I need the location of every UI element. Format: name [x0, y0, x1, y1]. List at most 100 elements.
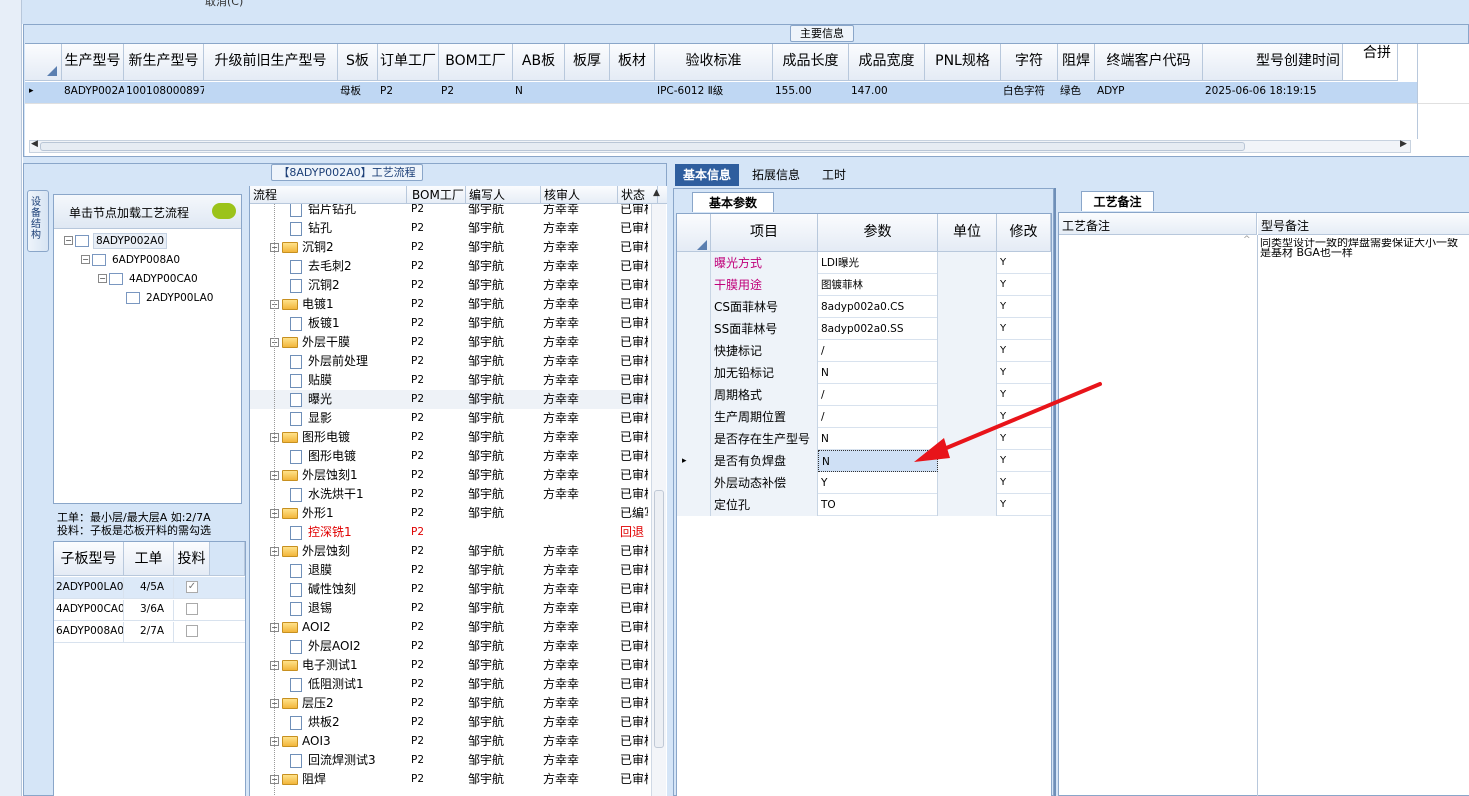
main-info-cell[interactable]: 155.00: [773, 82, 849, 101]
flow-node[interactable]: 板镀1: [290, 314, 407, 333]
flow-row[interactable]: −外层蚀刻 P2 邹宇航 方幸幸 已审核: [250, 542, 648, 561]
flow-node[interactable]: 铝片钻孔: [290, 204, 407, 219]
param-value[interactable]: TO: [818, 494, 938, 516]
flow-row[interactable]: 控深铣1 P2 回退: [250, 523, 648, 542]
row-selector[interactable]: [677, 428, 711, 450]
flow-row[interactable]: 沉铜2 P2 邹宇航 方幸幸 已审核: [250, 276, 648, 295]
scroll-up-icon[interactable]: ▲: [653, 188, 660, 198]
tab-basic-info[interactable]: 基本信息: [675, 164, 739, 186]
remarks-scroll-up-icon[interactable]: ^: [1243, 235, 1251, 245]
model-remarks-line-1[interactable]: 同类型设计一致的焊盘需要保证大小一致: [1260, 238, 1469, 248]
flow-node[interactable]: 去毛刺2: [290, 257, 407, 276]
structure-tree-node[interactable]: − 4ADYP00CA0: [98, 269, 268, 288]
flow-row[interactable]: −AOI2 P2 邹宇航 方幸幸 已审核: [250, 618, 648, 637]
flow-node[interactable]: 外层前处理: [290, 352, 407, 371]
flow-row[interactable]: 碱性蚀刻 P2 邹宇航 方幸幸 已审核: [250, 580, 648, 599]
feed-checkbox[interactable]: [186, 603, 198, 615]
flow-node[interactable]: 控深铣1: [290, 523, 407, 542]
flow-row[interactable]: 图形电镀 P2 邹宇航 方幸幸 已审核: [250, 447, 648, 466]
flow-node[interactable]: 烘板2: [290, 713, 407, 732]
flow-row[interactable]: 外层前处理 P2 邹宇航 方幸幸 已审核: [250, 352, 648, 371]
sub-board-row[interactable]: 2ADYP00LA0 4/5A ✓: [54, 577, 245, 599]
flow-node[interactable]: 碱性蚀刻: [290, 580, 407, 599]
flow-row[interactable]: −外层干膜 P2 邹宇航 方幸幸 已审核: [250, 333, 648, 352]
main-info-cell[interactable]: 147.00: [849, 82, 925, 101]
main-info-cell[interactable]: 8ADYP002A0: [62, 82, 124, 101]
flow-row[interactable]: 烘板2 P2 邹宇航 方幸幸 已审核: [250, 713, 648, 732]
feed-checkbox[interactable]: ✓: [186, 581, 198, 593]
expand-collapse-icon[interactable]: −: [98, 274, 107, 283]
hscroll-thumb[interactable]: [40, 142, 1245, 151]
flow-row[interactable]: 退锡 P2 邹宇航 方幸幸 已审核: [250, 599, 648, 618]
tab-work-hours[interactable]: 工时: [809, 164, 859, 186]
flow-node[interactable]: − AOI2: [270, 618, 407, 637]
main-info-cell[interactable]: 母板: [338, 82, 378, 101]
main-info-row[interactable]: ▸8ADYP002A010010800089751母板P2P2NIPC-6012…: [25, 82, 1417, 103]
flow-node[interactable]: − 外层蚀刻: [270, 542, 407, 561]
row-selector[interactable]: [677, 252, 711, 274]
params-row[interactable]: 快捷标记 / Y: [677, 340, 1051, 362]
flow-node[interactable]: − 电镀1: [270, 295, 407, 314]
flow-vscrollbar[interactable]: [651, 204, 666, 796]
flow-node[interactable]: 退锡: [290, 599, 407, 618]
row-selector[interactable]: [677, 362, 711, 384]
tab-basic-params[interactable]: 基本参数: [692, 192, 774, 212]
row-selector[interactable]: [677, 406, 711, 428]
param-value[interactable]: 图镀菲林: [818, 274, 938, 296]
scroll-right-icon[interactable]: ▶: [1400, 139, 1407, 149]
expand-collapse-icon[interactable]: −: [64, 236, 73, 245]
flow-node[interactable]: − 层压2: [270, 694, 407, 713]
scroll-left-icon[interactable]: ◀: [31, 139, 38, 149]
row-selector[interactable]: [677, 318, 711, 340]
flow-node[interactable]: 钻孔: [290, 219, 407, 238]
param-value[interactable]: Y: [818, 472, 938, 494]
params-row[interactable]: 曝光方式 LDI曝光 Y: [677, 252, 1051, 274]
flow-node[interactable]: − 电子测试1: [270, 656, 407, 675]
flow-row[interactable]: −电镀1 P2 邹宇航 方幸幸 已审核: [250, 295, 648, 314]
flow-node[interactable]: − 阻焊: [270, 770, 407, 789]
params-row[interactable]: 定位孔 TO Y: [677, 494, 1051, 516]
feed-checkbox[interactable]: [186, 625, 198, 637]
params-row[interactable]: 外层动态补偿 Y Y: [677, 472, 1051, 494]
params-row[interactable]: SS面菲林号 8adyp002a0.SS Y: [677, 318, 1051, 340]
model-remarks-line-2[interactable]: 是基材 BGA也一样: [1260, 248, 1469, 258]
flow-row[interactable]: 显影 P2 邹宇航 方幸幸 已审核: [250, 409, 648, 428]
main-info-cell[interactable]: ADYP: [1095, 82, 1203, 101]
param-value[interactable]: 8adyp002a0.CS: [818, 296, 938, 318]
main-info-cell[interactable]: N: [513, 82, 565, 101]
flow-row[interactable]: 钻孔 P2 邹宇航 方幸幸 已审核: [250, 219, 648, 238]
param-value[interactable]: /: [818, 340, 938, 362]
flow-node[interactable]: − 外层干膜: [270, 333, 407, 352]
flow-row[interactable]: −AOI3 P2 邹宇航 方幸幸 已审核: [250, 732, 648, 751]
flow-node[interactable]: 沉铜2: [290, 276, 407, 295]
structure-tree-node[interactable]: − 8ADYP002A0: [64, 231, 234, 250]
flow-node[interactable]: 低阻测试1: [290, 675, 407, 694]
flow-row[interactable]: 铝片钻孔 P2 邹宇航 方幸幸 已审核: [250, 204, 648, 219]
flow-node[interactable]: 回流焊测试3: [290, 751, 407, 770]
flow-node[interactable]: − 图形电镀: [270, 428, 407, 447]
main-info-cell[interactable]: 10010800089751: [124, 82, 204, 101]
tab-process-remarks[interactable]: 工艺备注: [1081, 191, 1154, 211]
params-row[interactable]: 干膜用途 图镀菲林 Y: [677, 274, 1051, 296]
flow-row[interactable]: −外形1 P2 邹宇航 已编写: [250, 504, 648, 523]
row-selector[interactable]: [677, 296, 711, 318]
flow-row[interactable]: 回流焊测试3 P2 邹宇航 方幸幸 已审核: [250, 751, 648, 770]
row-selector[interactable]: [677, 340, 711, 362]
tab-extended-info[interactable]: 拓展信息: [743, 164, 809, 186]
flow-row[interactable]: 曝光 P2 邹宇航 方幸幸 已审核: [250, 390, 648, 409]
row-selector[interactable]: [677, 472, 711, 494]
row-selector[interactable]: [677, 274, 711, 296]
flow-node[interactable]: 外层AOI2: [290, 637, 407, 656]
sub-board-row[interactable]: 6ADYP008A0 2/7A: [54, 621, 245, 643]
flow-node[interactable]: − 沉铜2: [270, 238, 407, 257]
main-info-cell[interactable]: 白色字符: [1001, 82, 1058, 101]
flow-row[interactable]: 板镀1 P2 邹宇航 方幸幸 已审核: [250, 314, 648, 333]
flow-node[interactable]: 水洗烘干1: [290, 485, 407, 504]
main-info-cell[interactable]: P2: [439, 82, 513, 101]
row-selector[interactable]: [677, 384, 711, 406]
flow-row[interactable]: 低阻测试1 P2 邹宇航 方幸幸 已审核: [250, 675, 648, 694]
flow-node[interactable]: − 外层蚀刻1: [270, 466, 407, 485]
flow-row[interactable]: 贴膜 P2 邹宇航 方幸幸 已审核: [250, 371, 648, 390]
flow-row[interactable]: −电子测试1 P2 邹宇航 方幸幸 已审核: [250, 656, 648, 675]
param-value[interactable]: LDI曝光: [818, 252, 938, 274]
